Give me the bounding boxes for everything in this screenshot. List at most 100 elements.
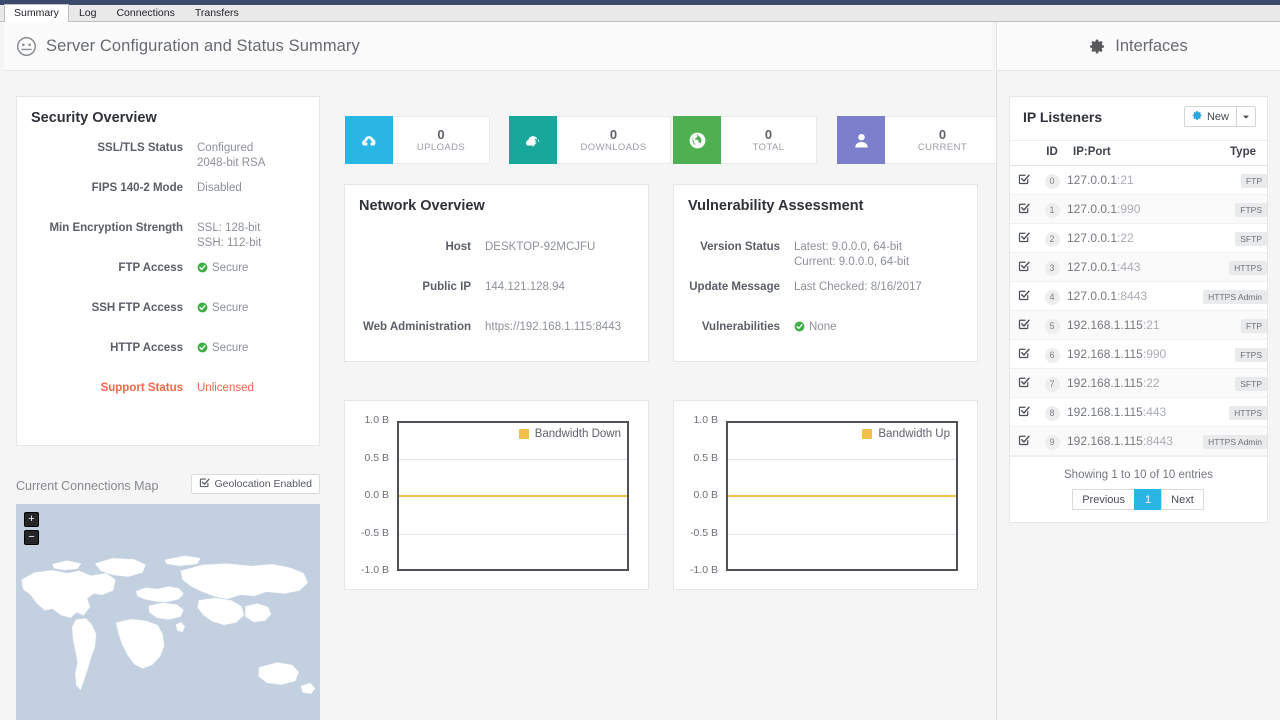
pagination-next-button[interactable]: Next [1161,489,1204,510]
map-zoom-out-button[interactable]: − [24,530,39,545]
row-select-cell[interactable] [1010,223,1037,253]
row-checkbox-icon[interactable] [1018,288,1030,301]
stat-tile-downloads[interactable]: 0 DOWNLOADS [509,116,671,164]
row-checkbox-icon[interactable] [1018,230,1030,243]
status-ok-icon [794,321,805,337]
pagination-page-1-button[interactable]: 1 [1134,489,1163,510]
row-ipport-cell: 127.0.0.1:21 [1067,165,1192,195]
row-select-cell[interactable] [1010,194,1037,224]
row-type-cell: HTTPS [1191,252,1267,282]
detail-label: FIPS 140-2 Mode [91,182,183,194]
table-row[interactable]: 0 127.0.0.1:21 FTP [1010,165,1267,195]
type-badge: FTPS [1235,348,1267,362]
pagination: Previous 1 Next [1010,489,1267,510]
row-select-cell[interactable] [1010,368,1037,398]
row-checkbox-icon[interactable] [1018,259,1030,272]
row-type-cell: FTPS [1191,339,1267,369]
tab-bar: Summary Log Connections Transfers [0,4,1280,22]
status-ok-icon [197,302,208,318]
table-row[interactable]: 4 127.0.0.1:8443 HTTPS Admin [1010,281,1267,311]
y-axis-tick-label: -0.5 B [689,526,718,539]
row-type-cell: FTP [1191,310,1267,340]
row-checkbox-icon[interactable] [1018,317,1030,330]
table-row[interactable]: 8 192.168.1.115:443 HTTPS [1010,397,1267,427]
tab-connections[interactable]: Connections [106,4,184,21]
tab-log[interactable]: Log [69,4,107,21]
stat-tile-total[interactable]: 0 TOTAL [673,116,817,164]
row-select-cell[interactable] [1010,339,1037,369]
geolocation-toggle-button[interactable]: Geolocation Enabled [190,474,320,494]
row-id-cell: 9 [1037,426,1067,456]
tab-summary[interactable]: Summary [4,4,69,22]
legend-swatch [518,429,529,439]
row-checkbox-icon[interactable] [1018,433,1030,446]
detail-value-text: Disabled [197,182,242,194]
row-checkbox-icon[interactable] [1018,346,1030,359]
detail-value-text: DESKTOP-92MCJFU [485,241,596,253]
tab-transfers[interactable]: Transfers [185,4,249,21]
plot-area[interactable]: Bandwidth Up [726,421,958,571]
table-row[interactable]: 2 127.0.0.1:22 SFTP [1010,223,1267,253]
grid-line [399,533,627,535]
pagination-previous-button[interactable]: Previous [1072,489,1136,510]
row-select-cell[interactable] [1010,252,1037,282]
row-select-cell[interactable] [1010,397,1037,427]
table-row[interactable]: 1 127.0.0.1:990 FTPS [1010,194,1267,224]
row-ipport-cell: 127.0.0.1:990 [1067,194,1192,224]
y-axis-tick-label: -1.0 B [360,564,389,576]
grid-line [399,458,627,460]
row-select-cell[interactable] [1010,426,1037,456]
table-row[interactable]: 5 192.168.1.115:21 FTP [1010,310,1267,340]
detail-row: Update Message Last Checked: 8/16/2017 [674,280,977,295]
detail-label: Host [445,241,471,253]
row-checkbox-icon[interactable] [1018,404,1030,417]
tab-list: Summary Log Connections Transfers [0,4,1280,22]
table-row[interactable]: 6 192.168.1.115:990 FTPS [1010,339,1267,369]
bandwidth-up-chart: 1.0 B 0.5 B 0.0 B -0.5 B -1.0 B Bandwidth Up [674,401,977,589]
row-id-cell: 3 [1037,252,1067,282]
plot-area[interactable]: Bandwidth Down [397,421,629,571]
entries-count-label: Showing 1 to 10 of 10 entries [1064,469,1213,481]
detail-value-line: Secure [197,261,248,278]
row-select-cell[interactable] [1010,165,1037,195]
grid-line [728,533,956,535]
row-port: :8443 [1142,434,1173,448]
row-select-cell[interactable] [1010,310,1037,340]
detail-value: SSL: 128-bit SSH: 112-bit [197,221,261,251]
row-ipport-cell: 192.168.1.115:22 [1067,368,1192,398]
column-header-id: ID [1037,141,1067,166]
bandwidth-down-chart-card: 1.0 B 0.5 B 0.0 B -0.5 B -1.0 B Bandwidth Dow… [344,400,649,590]
new-listener-button[interactable]: New [1183,106,1237,127]
detail-value-line: SSL: 128-bit [197,221,261,236]
id-badge: 1 [1044,203,1060,218]
status-ok-icon [197,262,208,278]
map-zoom-in-button[interactable]: + [24,512,39,527]
row-port: :990 [1142,347,1167,361]
id-badge: 4 [1044,290,1060,305]
legend-label: Bandwidth Up [878,428,950,440]
detail-label: Update Message [689,281,780,293]
detail-value-text: 144.121.128.94 [485,281,565,293]
row-checkbox-icon[interactable] [1018,172,1030,185]
row-checkbox-icon[interactable] [1018,375,1030,388]
table-row[interactable]: 9 192.168.1.115:8443 HTTPS Admin [1010,426,1267,456]
new-listener-dropdown-button[interactable] [1237,106,1256,127]
id-badge: 3 [1044,261,1060,276]
stat-tile-uploads[interactable]: 0 UPLOADS [345,116,490,164]
ip-listeners-table: ID IP:Port Type 0 127.0.0.1:21 FTP 1 127.0.0… [1010,141,1267,456]
connections-map-card: Current Connections Map Geolocation Enab… [16,474,320,720]
table-row[interactable]: 3 127.0.0.1:443 HTTPS [1010,252,1267,282]
row-select-cell[interactable] [1010,281,1037,311]
world-map[interactable]: + − [16,504,320,720]
detail-value-line: Disabled [197,181,242,196]
table-row[interactable]: 7 192.168.1.115:22 SFTP [1010,368,1267,398]
detail-label: SSH FTP Access [91,302,183,314]
y-axis-tick-label: 0.5 B [693,451,718,464]
detail-value-line: Latest: 9.0.0.0, 64-bit [794,240,909,255]
row-ipport-cell: 192.168.1.115:21 [1067,310,1192,340]
row-checkbox-icon[interactable] [1018,201,1030,214]
stat-tile-current[interactable]: 0 CURRENT [837,116,1001,164]
stat-tile-label: TOTAL [752,141,785,153]
detail-value: Configured 2048-bit RSA [197,141,265,171]
y-axis-tick-label: 0.5 B [364,451,389,464]
